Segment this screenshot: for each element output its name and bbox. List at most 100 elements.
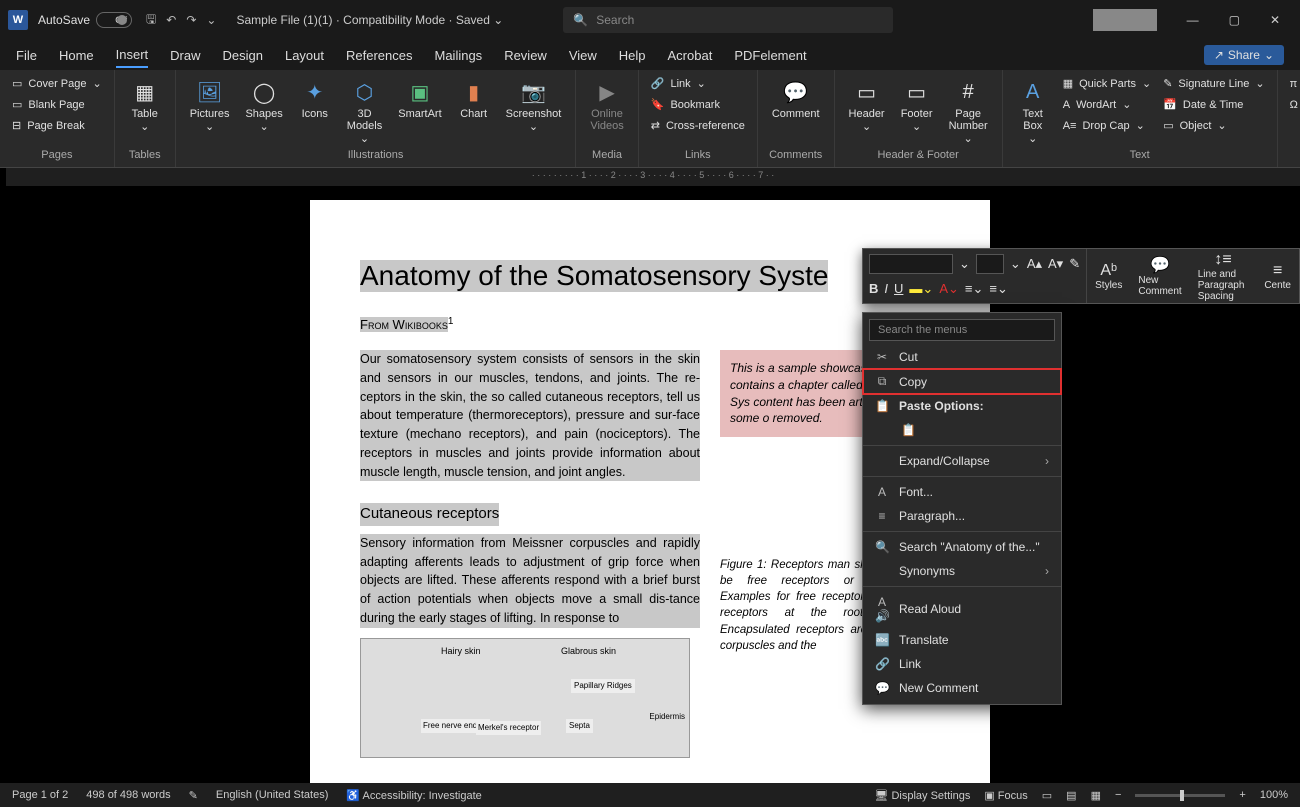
footnote-ref[interactable]: 1	[448, 316, 454, 327]
paragraph-2[interactable]: Sensory information from Meissner corpus…	[360, 534, 700, 628]
bold-button[interactable]: B	[869, 281, 878, 296]
close-icon[interactable]: ✕	[1270, 13, 1280, 27]
footer-button[interactable]: ▭Footer⌄	[895, 74, 939, 137]
link-button[interactable]: 🔗Link⌄	[647, 74, 749, 93]
smartart-button[interactable]: ▣SmartArt	[392, 74, 447, 124]
redo-icon[interactable]: ↷	[186, 13, 196, 27]
menu-new-comment[interactable]: 💬New Comment	[863, 676, 1061, 700]
view-read-icon[interactable]: ▭	[1042, 789, 1052, 802]
tab-insert[interactable]: Insert	[116, 43, 149, 68]
bullets-icon[interactable]: ≡⌄	[965, 281, 983, 297]
bookmark-button[interactable]: 🔖Bookmark	[647, 95, 749, 114]
page-number-button[interactable]: #Page Number⌄	[943, 74, 994, 149]
qat-more-icon[interactable]: ⌄	[206, 13, 216, 27]
share-button[interactable]: ↗Share⌄	[1204, 45, 1284, 65]
tab-design[interactable]: Design	[223, 44, 263, 67]
autosave-toggle[interactable]: AutoSave Off	[38, 12, 132, 28]
wordart-button[interactable]: AWordArt⌄	[1059, 95, 1155, 114]
font-size-input[interactable]	[976, 254, 1004, 274]
pictures-button[interactable]: 🖼Pictures⌄	[184, 74, 236, 137]
tab-references[interactable]: References	[346, 44, 412, 67]
document-subhead[interactable]: From Wikibooks	[360, 317, 448, 332]
tab-home[interactable]: Home	[59, 44, 94, 67]
zoom-slider[interactable]	[1135, 794, 1225, 797]
header-button[interactable]: ▭Header⌄	[843, 74, 891, 137]
shapes-button[interactable]: ◯Shapes⌄	[239, 74, 288, 137]
numbering-icon[interactable]: ≡⌄	[989, 281, 1007, 297]
zoom-in-button[interactable]: +	[1239, 789, 1245, 801]
underline-button[interactable]: U	[894, 281, 903, 296]
3dmodels-button[interactable]: ⬡3D Models⌄	[341, 74, 388, 149]
page-break-button[interactable]: ⊟Page Break	[8, 116, 106, 135]
menu-synonyms[interactable]: Synonyms›	[863, 559, 1061, 583]
line-spacing-button[interactable]: ↕≡Line and Paragraph Spacing	[1190, 249, 1257, 303]
quick-parts-button[interactable]: ▦Quick Parts⌄	[1059, 74, 1155, 93]
word-count[interactable]: 498 of 498 words	[86, 789, 170, 801]
comment-button[interactable]: 💬Comment	[766, 74, 826, 124]
text-box-button[interactable]: AText Box⌄	[1011, 74, 1055, 149]
menu-translate[interactable]: 🔤Translate	[863, 628, 1061, 652]
font-color-icon[interactable]: A⌄	[939, 281, 959, 297]
chevron-down-icon[interactable]: ⌄	[959, 256, 970, 272]
tab-draw[interactable]: Draw	[170, 44, 200, 67]
icons-button[interactable]: ✦Icons	[293, 74, 337, 124]
menu-search-selection[interactable]: 🔍Search "Anatomy of the..."	[863, 535, 1061, 559]
display-settings-button[interactable]: 🖥 Display Settings	[874, 789, 970, 802]
chart-button[interactable]: ▮Chart	[452, 74, 496, 124]
shrink-font-icon[interactable]: A▾	[1048, 256, 1063, 272]
blank-page-button[interactable]: ▭Blank Page	[8, 95, 106, 114]
tab-file[interactable]: File	[16, 44, 37, 67]
tab-view[interactable]: View	[569, 44, 597, 67]
symbol-button[interactable]: ΩSymbol⌄	[1286, 95, 1300, 114]
tab-pdfelement[interactable]: PDFelement	[734, 44, 806, 67]
center-button[interactable]: ≡Cente	[1256, 249, 1299, 303]
minimize-icon[interactable]: —	[1187, 13, 1199, 27]
heading-2[interactable]: Cutaneous receptors	[360, 503, 499, 526]
view-print-icon[interactable]: ▤	[1066, 789, 1076, 802]
styles-button[interactable]: AᵇStyles	[1087, 249, 1130, 303]
zoom-out-button[interactable]: −	[1115, 789, 1121, 801]
signature-line-button[interactable]: ✎Signature Line⌄	[1159, 74, 1268, 93]
menu-paste-options[interactable]: 📋Paste Options:	[863, 394, 1061, 418]
equation-button[interactable]: πEquation⌄	[1286, 74, 1300, 93]
menu-expand-collapse[interactable]: Expand/Collapse›	[863, 449, 1061, 473]
language-indicator[interactable]: English (United States)	[216, 789, 329, 801]
search-bar[interactable]: 🔍 Search	[563, 7, 893, 33]
toggle-switch[interactable]: Off	[96, 12, 132, 28]
undo-icon[interactable]: ↶	[166, 13, 176, 27]
highlight-icon[interactable]: ▬⌄	[909, 281, 933, 297]
tab-acrobat[interactable]: Acrobat	[668, 44, 713, 67]
menu-read-aloud[interactable]: A🔊Read Aloud	[863, 590, 1061, 628]
zoom-level[interactable]: 100%	[1260, 789, 1288, 801]
menu-link[interactable]: 🔗Link	[863, 652, 1061, 676]
spell-check-icon[interactable]: ✎	[189, 789, 198, 802]
cover-page-button[interactable]: ▭Cover Page⌄	[8, 74, 106, 93]
maximize-icon[interactable]: ▢	[1229, 13, 1240, 27]
page-indicator[interactable]: Page 1 of 2	[12, 789, 68, 801]
document-heading[interactable]: Anatomy of the Somatosensory Syste	[360, 260, 828, 292]
save-icon[interactable]: 🖫	[146, 10, 156, 31]
paste-option-keep-source[interactable]: 📋	[889, 418, 1061, 442]
italic-button[interactable]: I	[884, 281, 888, 296]
grow-font-icon[interactable]: A▴	[1027, 256, 1042, 272]
new-comment-button[interactable]: 💬New Comment	[1130, 249, 1189, 303]
date-time-button[interactable]: 📅Date & Time	[1159, 95, 1268, 114]
object-button[interactable]: ▭Object⌄	[1159, 116, 1268, 135]
tab-mailings[interactable]: Mailings	[435, 44, 483, 67]
menu-paragraph[interactable]: ≡Paragraph...	[863, 504, 1061, 528]
menu-copy[interactable]: ⧉Copy	[863, 369, 1061, 394]
table-button[interactable]: ▦Table⌄	[123, 74, 167, 137]
focus-button[interactable]: ▣ Focus	[984, 789, 1027, 802]
menu-cut[interactable]: ✂Cut	[863, 345, 1061, 369]
format-painter-icon[interactable]: ✎	[1069, 256, 1080, 272]
horizontal-ruler[interactable]: · · · · · · · · · 1 · · · · 2 · · · · 3 …	[6, 168, 1300, 186]
online-videos-button[interactable]: ▶Online Videos	[584, 74, 629, 136]
tab-review[interactable]: Review	[504, 44, 547, 67]
paragraph-1[interactable]: Our somatosensory system consists of sen…	[360, 350, 700, 481]
tab-layout[interactable]: Layout	[285, 44, 324, 67]
tab-help[interactable]: Help	[619, 44, 646, 67]
view-web-icon[interactable]: ▦	[1091, 789, 1101, 802]
user-account[interactable]	[1093, 9, 1157, 31]
font-name-input[interactable]	[869, 254, 953, 274]
chevron-down-icon[interactable]: ⌄	[1010, 256, 1021, 272]
